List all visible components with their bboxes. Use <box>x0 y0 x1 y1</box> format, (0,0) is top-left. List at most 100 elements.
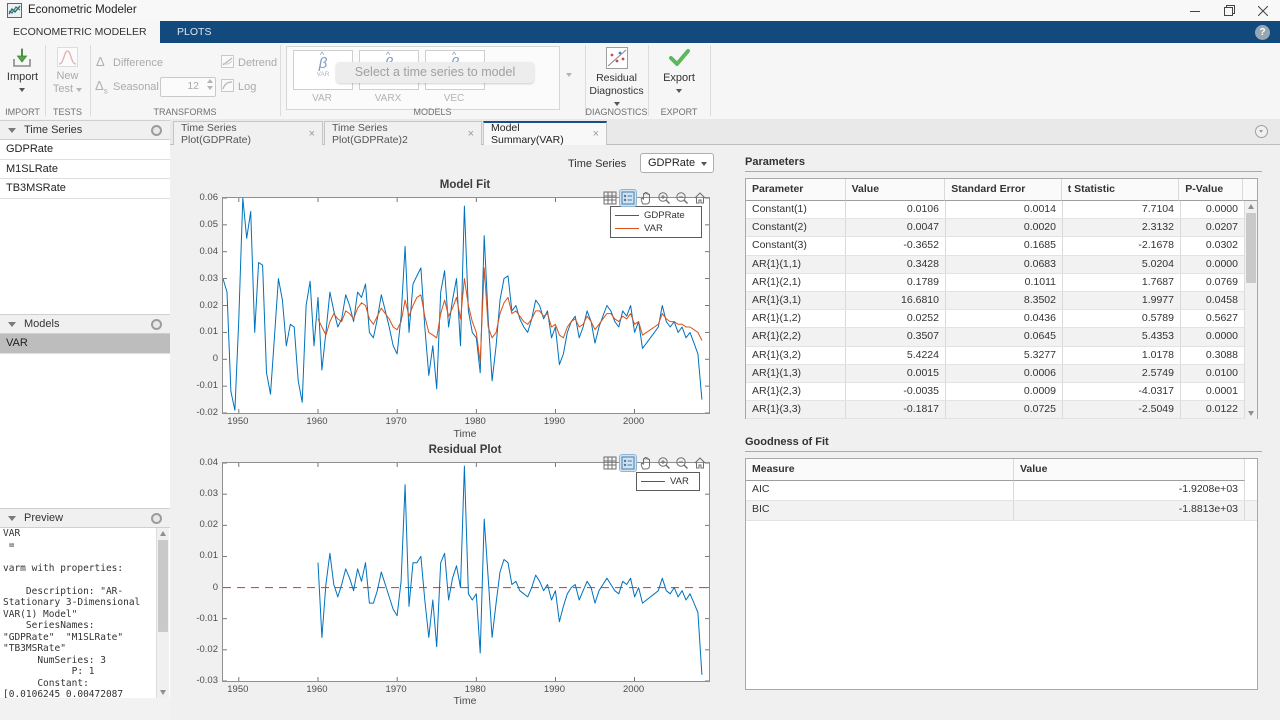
table-cell: 0.0725 <box>946 401 1063 418</box>
table-cell: 0.1685 <box>946 237 1063 254</box>
preview-line: = <box>0 540 170 552</box>
table-row[interactable]: AR{1}(1,3)0.00150.00062.57490.0100 <box>746 365 1257 383</box>
table-cell: Constant(1) <box>746 201 846 218</box>
tab-plots[interactable]: PLOTS <box>164 21 224 43</box>
table-row[interactable]: AR{1}(2,1)0.17890.10111.76870.0769 <box>746 274 1257 292</box>
close-tab-icon[interactable]: × <box>468 128 474 140</box>
table-cell: 1.0178 <box>1063 347 1181 364</box>
preview-line: "TB3MSRate" <box>0 643 170 655</box>
table-row[interactable]: BIC-1.8813e+03 <box>746 501 1257 521</box>
table-cell: 5.4353 <box>1063 328 1181 345</box>
plot-area[interactable] <box>222 462 710 682</box>
minimize-button[interactable] <box>1178 0 1212 21</box>
document-tab[interactable]: Time Series Plot(GDPRate)× <box>173 121 323 145</box>
zoom-in-icon[interactable] <box>656 190 672 206</box>
time-series-item[interactable]: TB3MSRate <box>0 179 170 199</box>
panel-settings-icon[interactable] <box>151 513 162 524</box>
scroll-up-icon[interactable] <box>1248 204 1254 209</box>
table-cell: AR{1}(2,2) <box>746 328 846 345</box>
column-header: Standard Error <box>945 179 1062 201</box>
table-row[interactable]: AR{1}(2,3)-0.00350.0009-4.03170.0001 <box>746 383 1257 401</box>
dropdown-arrow-icon <box>614 102 620 106</box>
collapse-triangle-icon[interactable] <box>8 516 16 521</box>
ribbon-toolbar: Import IMPORT New Test TESTS Δ Differenc… <box>0 43 1280 120</box>
y-tick-label: 0.06 <box>186 192 218 203</box>
table-cell: 0.0458 <box>1181 292 1245 309</box>
model-type-label: VARX <box>359 93 417 104</box>
grid-icon[interactable] <box>602 455 618 471</box>
difference-icon: Δ <box>96 54 105 69</box>
scroll-down-icon[interactable] <box>1248 411 1254 416</box>
preview-text: VAR = varm with properties: Description:… <box>0 528 170 698</box>
home-icon[interactable] <box>692 190 708 206</box>
zoom-out-icon[interactable] <box>674 455 690 471</box>
legend-toggle-icon[interactable] <box>620 190 636 206</box>
grid-icon[interactable] <box>602 190 618 206</box>
table-row[interactable]: AR{1}(3,1)16.68108.35021.99770.0458 <box>746 292 1257 310</box>
zoom-in-icon[interactable] <box>656 455 672 471</box>
table-row[interactable]: AR{1}(1,1)0.34280.06835.02040.0000 <box>746 256 1257 274</box>
close-tab-icon[interactable]: × <box>309 128 315 140</box>
y-tick-label: -0.03 <box>186 675 218 686</box>
time-series-item[interactable]: M1SLRate <box>0 160 170 180</box>
table-row[interactable]: AR{1}(1,2)0.02520.04360.57890.5627 <box>746 310 1257 328</box>
time-series-dropdown[interactable]: GDPRate <box>640 153 714 173</box>
home-icon[interactable] <box>692 455 708 471</box>
model-type-label: VEC <box>425 93 483 104</box>
table-row[interactable]: AR{1}(3,3)-0.18170.0725-2.50490.0122 <box>746 401 1257 419</box>
tab-econometric-modeler[interactable]: ECONOMETRIC MODELER <box>0 21 160 43</box>
table-cell: 0.0106 <box>846 201 946 218</box>
document-tab[interactable]: Model Summary(VAR)× <box>483 121 607 145</box>
export-icon <box>668 46 691 69</box>
table-cell: 0.0015 <box>846 365 946 382</box>
time-series-panel-header[interactable]: Time Series <box>0 120 170 140</box>
models-gallery-dropdown[interactable] <box>566 73 572 77</box>
preview-panel-header[interactable]: Preview <box>0 508 170 528</box>
restore-button[interactable] <box>1212 0 1246 21</box>
table-row[interactable]: AR{1}(3,2)5.42245.32771.01780.3088 <box>746 347 1257 365</box>
table-row[interactable]: Constant(1)0.01060.00147.71040.0000 <box>746 201 1257 219</box>
chart-legend[interactable]: GDPRateVAR <box>610 206 702 238</box>
legend-toggle-icon[interactable] <box>620 455 636 471</box>
panel-settings-icon[interactable] <box>151 319 162 330</box>
model-item[interactable]: VAR <box>0 334 170 354</box>
pan-icon[interactable] <box>638 190 654 206</box>
models-panel-header[interactable]: Models <box>0 314 170 334</box>
table-cell: 0.0100 <box>1181 365 1245 382</box>
document-actions-icon[interactable] <box>1255 125 1268 138</box>
panel-settings-icon[interactable] <box>151 125 162 136</box>
table-row[interactable]: Constant(3)-0.36520.1685-2.16780.0302 <box>746 237 1257 255</box>
x-tick-label: 1980 <box>455 684 495 695</box>
section-label-tests: TESTS <box>45 107 90 117</box>
table-scrollbar[interactable] <box>1244 201 1257 419</box>
section-rule <box>745 171 1262 172</box>
collapse-triangle-icon[interactable] <box>8 322 16 327</box>
table-row[interactable]: AIC-1.9208e+03 <box>746 481 1257 501</box>
table-cell: -2.1678 <box>1063 237 1181 254</box>
document-tab[interactable]: Time Series Plot(GDPRate)2 × <box>324 121 482 145</box>
zoom-out-icon[interactable] <box>674 190 690 206</box>
time-series-item[interactable]: GDPRate <box>0 140 170 160</box>
y-tick-label: 0.04 <box>186 457 218 468</box>
table-cell: 0.0302 <box>1181 237 1245 254</box>
scrollbar-thumb[interactable] <box>1246 213 1256 283</box>
pan-icon[interactable] <box>638 455 654 471</box>
x-tick-label: 2000 <box>614 684 654 695</box>
panel-title: Time Series <box>24 124 82 136</box>
chart-legend[interactable]: VAR <box>636 472 700 491</box>
legend-entry: GDPRate <box>615 209 697 222</box>
scroll-up-icon[interactable] <box>160 531 166 536</box>
help-icon[interactable]: ? <box>1255 25 1270 40</box>
table-row[interactable]: AR{1}(2,2)0.35070.06455.43530.0000 <box>746 328 1257 346</box>
close-tab-icon[interactable]: × <box>593 128 599 140</box>
table-cell: 0.0436 <box>946 310 1063 327</box>
document-tab-label: Time Series Plot(GDPRate)2 <box>332 122 461 146</box>
preview-line: VAR <box>0 528 170 540</box>
table-row[interactable]: Constant(2)0.00470.00202.31320.0207 <box>746 219 1257 237</box>
preview-scrollbar[interactable] <box>156 528 169 698</box>
collapse-triangle-icon[interactable] <box>8 128 16 133</box>
scrollbar-thumb[interactable] <box>158 540 168 632</box>
scroll-down-icon[interactable] <box>160 690 166 695</box>
close-button[interactable] <box>1246 0 1280 21</box>
table-header-row: MeasureValue <box>746 459 1257 481</box>
